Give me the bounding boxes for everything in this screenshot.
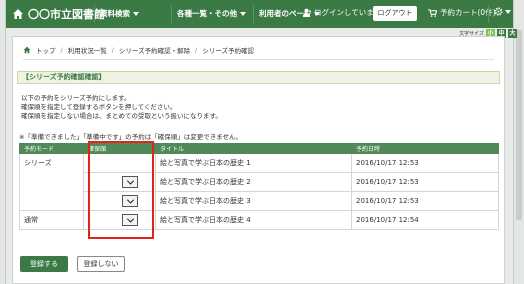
caret-down-icon [505, 9, 511, 14]
cell-title: 絵と写真で学ぶ日本の歴史 4 [155, 210, 352, 230]
highlight-box [88, 141, 154, 239]
cell-mode [19, 172, 84, 192]
col-header-date: 予約日時 [351, 143, 499, 154]
caret-down-icon [240, 11, 246, 16]
breadcrumb-usage-list[interactable]: 利用状況一覧 [68, 45, 107, 55]
logout-button[interactable]: ログアウト [373, 6, 417, 21]
breadcrumb-separator: / [111, 46, 114, 54]
breadcrumb-separator: / [60, 46, 63, 54]
gear-icon [494, 7, 503, 16]
cell-title: 絵と写真で学ぶ日本の歴史 3 [155, 191, 352, 211]
login-status: ログインしています [302, 7, 381, 18]
home-icon [13, 9, 23, 19]
cell-mode: シリーズ [19, 153, 84, 173]
nav-search-label: 資料検索 [100, 9, 130, 18]
scrollbar-thumb[interactable] [516, 30, 522, 220]
cell-title: 絵と写真で学ぶ日本の歴史 1 [155, 153, 352, 173]
caret-down-icon [133, 11, 139, 16]
cell-title: 絵と写真で学ぶ日本の歴史 2 [155, 172, 352, 192]
cell-date: 2016/10/17 12:53 [351, 153, 499, 173]
window-frame-left [0, 0, 6, 284]
nav-lists[interactable]: 各種一覧・その他 [177, 8, 246, 19]
nav-divider [171, 5, 172, 23]
section-title: 【シリーズ予約確認確認】 [17, 71, 500, 84]
instruction-line-3: 確保順を指定しない場合は、まとめての受取という扱いになります。 [21, 112, 222, 120]
home-icon [23, 46, 31, 54]
breadcrumb: トップ / 利用状況一覧 / シリーズ予約確認・解除 / シリーズ予約確認 [23, 45, 254, 55]
cell-mode: 通常 [19, 210, 84, 230]
settings-menu[interactable] [494, 7, 511, 16]
cell-date: 2016/10/17 12:53 [351, 172, 499, 192]
col-header-title: タイトル [155, 143, 352, 154]
breadcrumb-divider [23, 59, 494, 60]
font-size-large[interactable]: 大 [508, 29, 517, 38]
cell-date: 2016/10/17 12:53 [351, 191, 499, 211]
no-register-button[interactable]: 登録しない [77, 256, 125, 272]
cart-link[interactable]: 予約カート(0件) [428, 7, 496, 18]
scrollbar[interactable] [513, 0, 524, 284]
top-navbar: 〇〇市立図書館 資料検索 各種一覧・その他 利用者のページ ログインしています … [6, 0, 513, 28]
site-logo[interactable]: 〇〇市立図書館 [12, 6, 105, 22]
nav-divider [253, 5, 254, 23]
breadcrumb-top[interactable]: トップ [36, 45, 56, 55]
cart-icon [428, 8, 437, 17]
content-card: トップ / 利用状況一覧 / シリーズ予約確認・解除 / シリーズ予約確認 【シ… [12, 36, 505, 284]
nav-lists-label: 各種一覧・その他 [177, 9, 237, 18]
note-text: ※「準備できました」「準備中です」の予約は「確保順」は変更できません。 [19, 133, 243, 141]
nav-divider [488, 5, 489, 23]
cell-date: 2016/10/17 12:54 [351, 210, 499, 230]
breadcrumb-series-manage[interactable]: シリーズ予約確認・解除 [119, 45, 190, 55]
breadcrumb-current: シリーズ予約確認 [202, 47, 254, 55]
cell-mode [19, 191, 84, 211]
user-icon [302, 8, 311, 17]
register-button[interactable]: 登録する [20, 256, 68, 272]
col-header-mode: 予約モード [19, 143, 84, 154]
nav-search[interactable]: 資料検索 [100, 8, 139, 19]
nav-divider [94, 5, 95, 23]
breadcrumb-separator: / [195, 46, 198, 54]
login-status-label: ログインしています [314, 8, 382, 17]
